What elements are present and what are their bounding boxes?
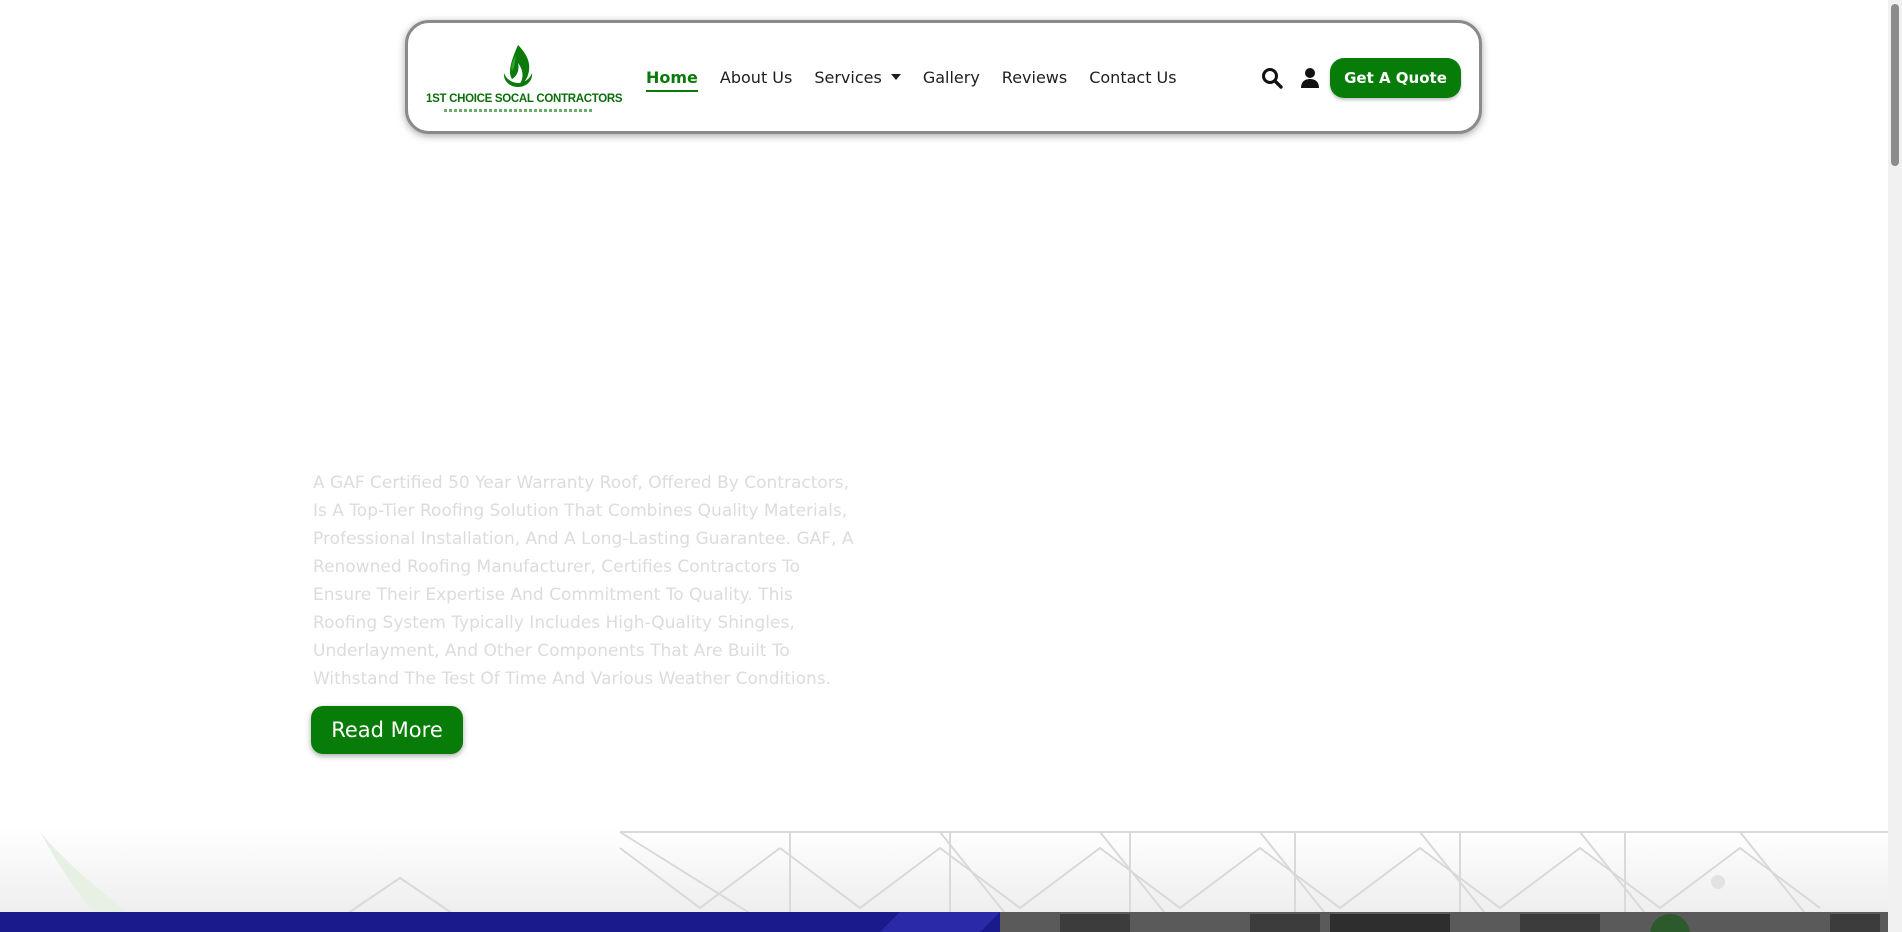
- nav-contact-us-label: Contact Us: [1089, 67, 1177, 87]
- nav-gallery-label: Gallery: [922, 67, 980, 87]
- user-icon: [1301, 68, 1319, 88]
- get-a-quote-button[interactable]: Get A Quote: [1330, 58, 1461, 98]
- nav-services[interactable]: Services: [814, 67, 901, 87]
- search-button[interactable]: [1261, 67, 1283, 89]
- site-header: 1ST CHOICE SOCAL CONTRACTORS Home About …: [405, 20, 1482, 134]
- page: 1ST CHOICE SOCAL CONTRACTORS Home About …: [0, 0, 1902, 932]
- page-scrollbar[interactable]: [1888, 0, 1902, 932]
- nav-home-label: Home: [646, 67, 698, 87]
- logo-tagline-line: [444, 109, 594, 112]
- nav-reviews-label: Reviews: [1001, 67, 1068, 87]
- nav-reviews[interactable]: Reviews: [1002, 68, 1067, 87]
- nav-about-us[interactable]: About Us: [720, 68, 792, 87]
- scrollbar-thumb[interactable]: [1891, 4, 1899, 166]
- nav-about-us-label: About Us: [719, 67, 793, 87]
- read-more-button[interactable]: Read More: [311, 706, 463, 754]
- nav-services-label: Services: [814, 67, 882, 87]
- hero-paragraph: A GAF Certified 50 Year Warranty Roof, O…: [313, 473, 854, 689]
- account-button[interactable]: [1299, 67, 1321, 89]
- green-flame-leaf-icon: [503, 45, 533, 87]
- main-nav: Home About Us Services Gallery Reviews C…: [646, 23, 1199, 131]
- nav-home[interactable]: Home: [646, 67, 698, 92]
- site-logo[interactable]: 1ST CHOICE SOCAL CONTRACTORS: [426, 43, 623, 115]
- search-icon: [1262, 68, 1283, 89]
- nav-gallery[interactable]: Gallery: [923, 68, 980, 87]
- logo-text: 1ST CHOICE SOCAL CONTRACTORS: [426, 93, 623, 105]
- caret-down-icon: [890, 74, 901, 80]
- next-section-preview: [0, 912, 1888, 932]
- nav-contact-us[interactable]: Contact Us: [1089, 68, 1176, 87]
